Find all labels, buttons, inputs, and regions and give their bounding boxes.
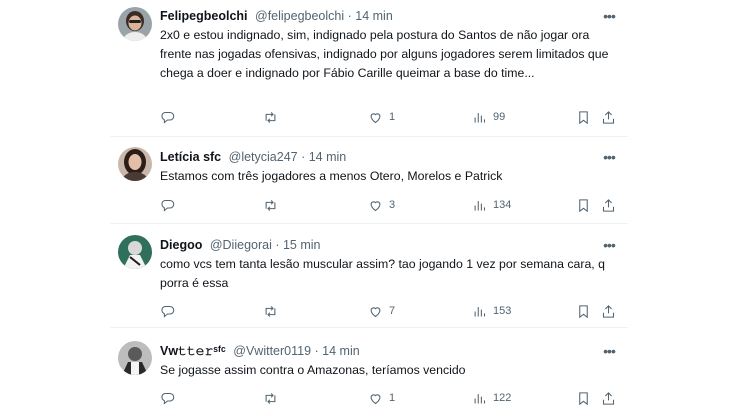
display-name[interactable]: Felipegbeolchi: [160, 9, 248, 23]
reply-icon: [161, 305, 175, 318]
retweet-button[interactable]: [263, 389, 284, 407]
share-button[interactable]: [601, 302, 616, 320]
separator: ·: [271, 238, 283, 252]
like-button[interactable]: 3: [368, 196, 395, 214]
more-options-icon[interactable]: •••: [600, 342, 618, 360]
share-icon: [602, 110, 615, 124]
tweet-header: Letícia sfc @letycia247 · 14 min: [160, 148, 628, 166]
like-button[interactable]: 1: [368, 108, 395, 126]
tweet[interactable]: Felipegbeolchi @felipegbeolchi · 14 min …: [110, 0, 628, 136]
like-icon: [370, 200, 381, 211]
views-count: 99: [493, 111, 506, 123]
like-icon: [370, 306, 381, 317]
retweet-icon: [265, 305, 276, 317]
action-bar: 1 99: [160, 108, 620, 126]
action-bar: 7 153: [160, 302, 620, 320]
tweet-text: Estamos com três jogadores a menos Otero…: [160, 169, 503, 183]
tweet[interactable]: Diegoo @Diiegorai · 15 min ••• como vcs …: [110, 224, 628, 327]
like-button[interactable]: 1: [368, 389, 395, 407]
bookmark-button[interactable]: [576, 196, 591, 214]
avatar[interactable]: [118, 147, 152, 181]
avatar[interactable]: [118, 7, 152, 41]
like-button[interactable]: 7: [368, 302, 395, 320]
tweet-text: Se jogasse assim contra o Amazonas, terí…: [160, 363, 466, 377]
more-options-icon[interactable]: •••: [600, 148, 618, 166]
share-icon: [602, 198, 615, 212]
share-button[interactable]: [601, 389, 616, 407]
retweet-icon: [265, 392, 276, 404]
retweet-button[interactable]: [263, 108, 284, 126]
bookmark-button[interactable]: [576, 302, 591, 320]
views-count: 134: [493, 199, 512, 211]
bookmark-button[interactable]: [576, 389, 591, 407]
tweet-header: Diegoo @Diiegorai · 15 min: [160, 236, 628, 254]
more-options-icon[interactable]: •••: [600, 236, 618, 254]
timestamp[interactable]: 14 min: [322, 344, 360, 358]
bookmark-icon: [579, 198, 588, 212]
tweet[interactable]: Vw𝚝𝚝𝚎𝚛ˢᶠᶜ @Vwitter0119 · 14 min ••• Se j…: [110, 328, 628, 416]
handle[interactable]: @Vwitter0119: [233, 344, 311, 358]
separator: ·: [311, 344, 323, 358]
display-name[interactable]: Diegoo: [160, 238, 202, 252]
retweet-button[interactable]: [263, 196, 284, 214]
bookmark-icon: [579, 110, 588, 124]
retweet-button[interactable]: [263, 302, 284, 320]
action-bar: 3 134: [160, 196, 620, 214]
handle[interactable]: @Diiegorai: [210, 238, 272, 252]
timestamp[interactable]: 14 min: [309, 150, 347, 164]
reply-icon: [161, 392, 175, 405]
share-button[interactable]: [601, 196, 616, 214]
action-bar: 1 122: [160, 389, 620, 407]
like-count: 1: [389, 111, 396, 123]
bookmark-icon: [579, 304, 588, 318]
views-count: 153: [493, 305, 512, 317]
reply-icon: [161, 199, 175, 212]
avatar[interactable]: [118, 341, 152, 375]
share-button[interactable]: [601, 108, 616, 126]
handle[interactable]: @letycia247: [229, 150, 298, 164]
tweet-text: como vcs tem tanta lesão muscular assim?…: [160, 257, 605, 290]
more-options-icon[interactable]: •••: [600, 7, 618, 25]
bookmark-button[interactable]: [576, 108, 591, 126]
reply-button[interactable]: [160, 389, 181, 407]
reply-button[interactable]: [160, 108, 181, 126]
like-icon: [370, 393, 381, 404]
tweet-text: 2x0 e estou indignado, sim, indignado pe…: [160, 28, 609, 80]
display-name[interactable]: Letícia sfc: [160, 150, 221, 164]
timestamp[interactable]: 14 min: [355, 9, 393, 23]
retweet-icon: [265, 111, 276, 123]
views-button[interactable]: 99: [472, 108, 505, 126]
separator: ·: [297, 150, 309, 164]
bookmark-icon: [579, 391, 588, 405]
timestamp[interactable]: 15 min: [283, 238, 321, 252]
display-name[interactable]: Vw𝚝𝚝𝚎𝚛ˢᶠᶜ: [160, 344, 226, 358]
like-count: 7: [389, 305, 396, 317]
tweet[interactable]: Letícia sfc @letycia247 · 14 min ••• Est…: [110, 137, 628, 223]
views-icon: [474, 200, 486, 210]
views-button[interactable]: 153: [472, 302, 511, 320]
like-count: 1: [389, 392, 396, 404]
share-icon: [602, 304, 615, 318]
handle[interactable]: @felipegbeolchi: [255, 9, 344, 23]
views-icon: [474, 112, 486, 122]
tweet-header: Vw𝚝𝚝𝚎𝚛ˢᶠᶜ @Vwitter0119 · 14 min: [160, 342, 628, 360]
reply-button[interactable]: [160, 302, 181, 320]
views-button[interactable]: 122: [472, 389, 511, 407]
reply-icon: [161, 111, 175, 124]
views-count: 122: [493, 392, 512, 404]
avatar[interactable]: [118, 235, 152, 269]
retweet-icon: [265, 199, 276, 211]
like-count: 3: [389, 199, 396, 211]
share-icon: [602, 391, 615, 405]
views-icon: [474, 393, 486, 403]
separator: ·: [344, 9, 356, 23]
views-icon: [474, 306, 486, 316]
views-button[interactable]: 134: [472, 196, 511, 214]
reply-button[interactable]: [160, 196, 181, 214]
tweet-header: Felipegbeolchi @felipegbeolchi · 14 min: [160, 7, 628, 25]
like-icon: [370, 112, 381, 123]
